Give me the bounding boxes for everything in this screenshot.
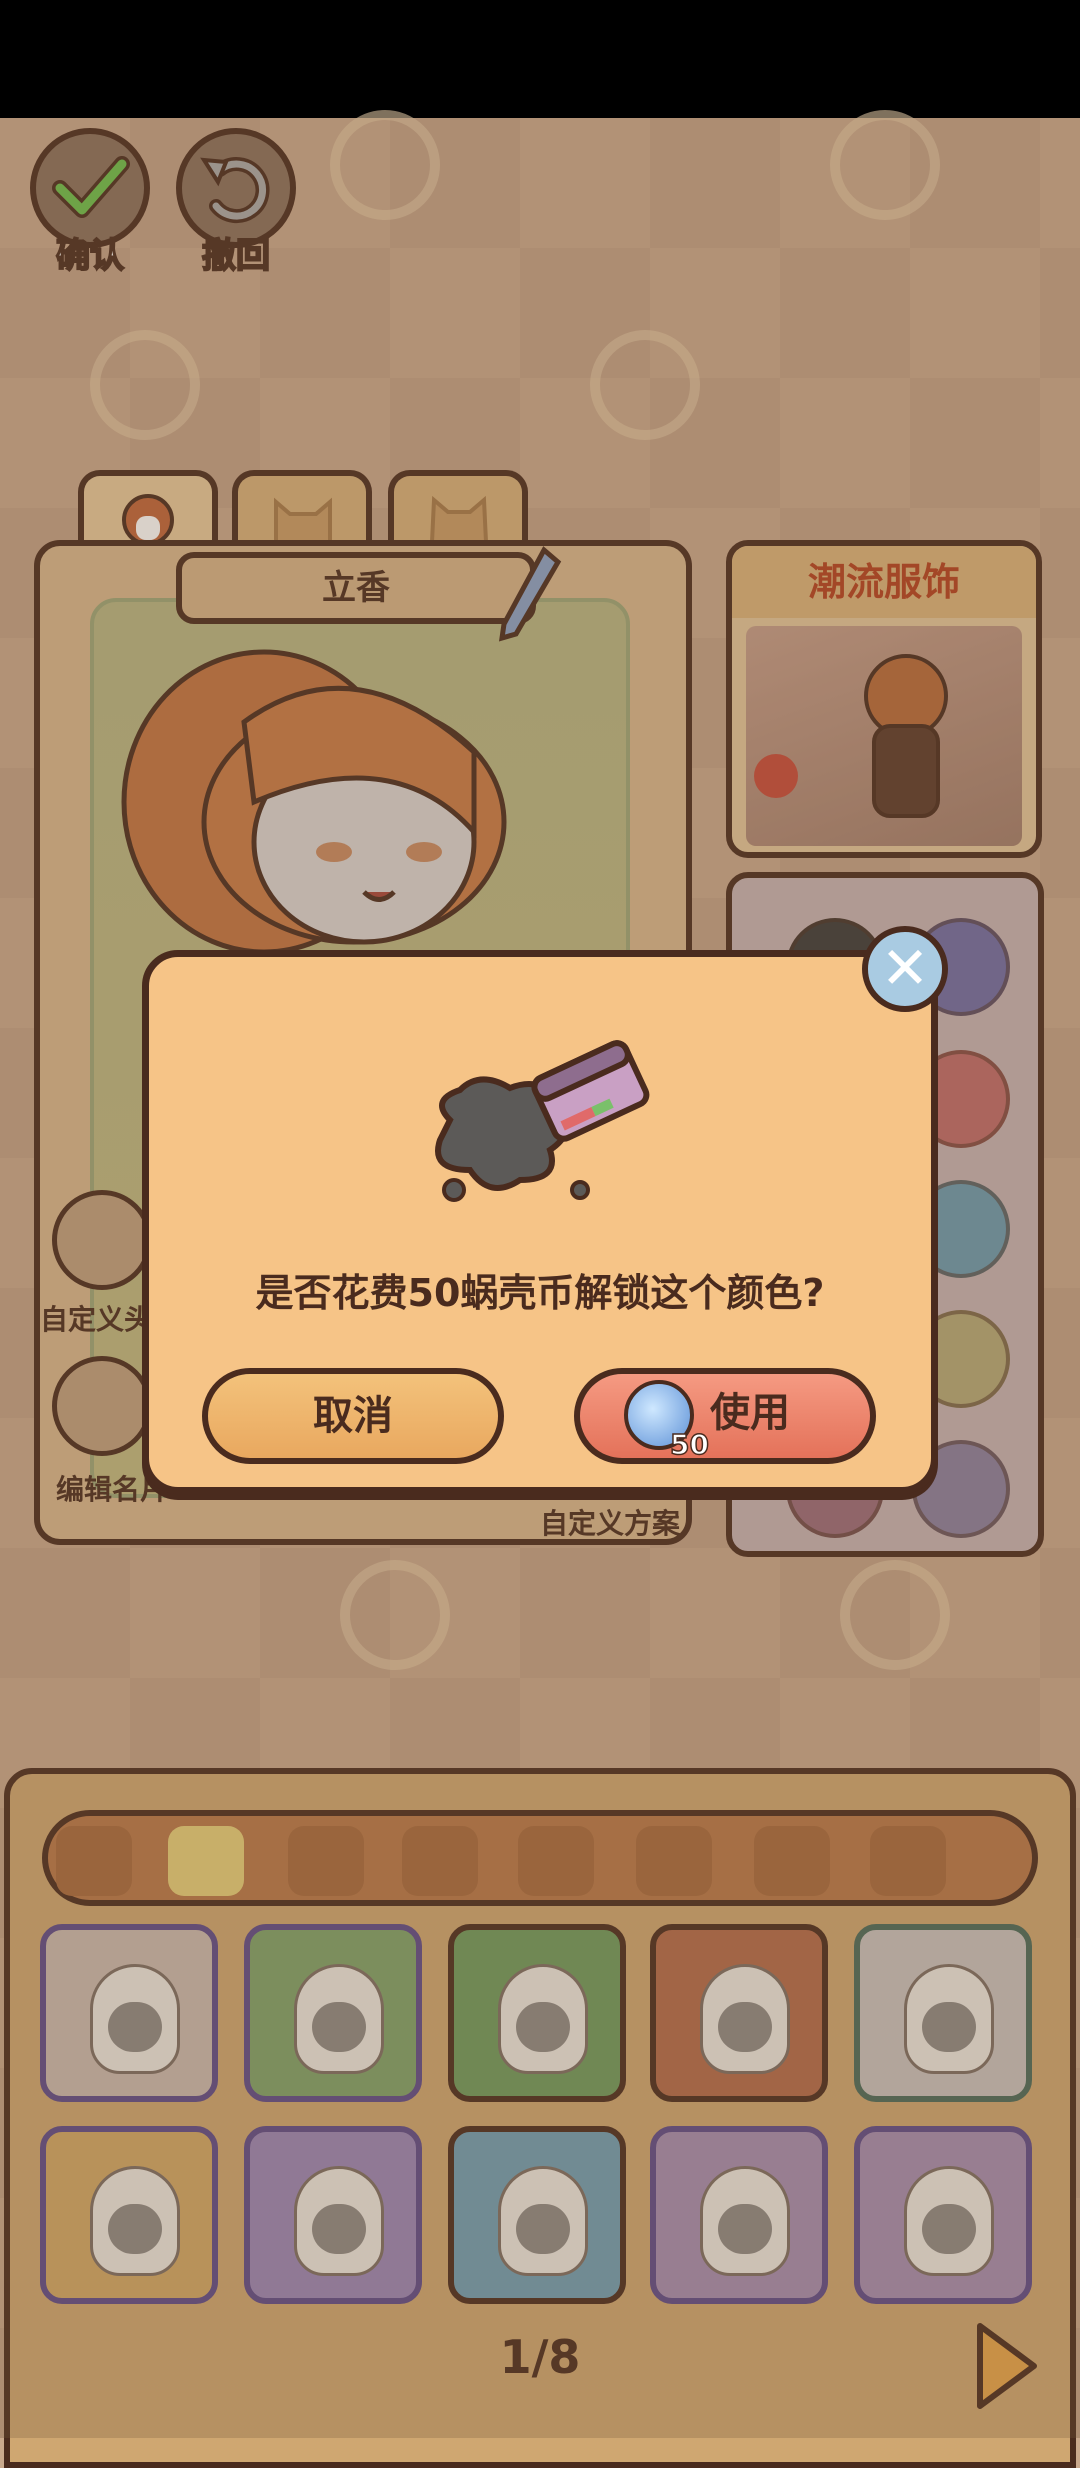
coin-cost: 50 <box>669 1427 709 1462</box>
close-icon: ✕ <box>880 934 930 1002</box>
dialog-message: 是否花费50蜗壳币解锁这个颜色? <box>255 1271 825 1315</box>
close-dialog-button[interactable]: ✕ <box>862 926 948 1012</box>
use-button-label: 使用 <box>710 1390 790 1436</box>
status-bar <box>0 0 1080 118</box>
paint-bucket-icon <box>435 1040 650 1202</box>
cancel-button[interactable]: 取消 <box>202 1368 504 1464</box>
